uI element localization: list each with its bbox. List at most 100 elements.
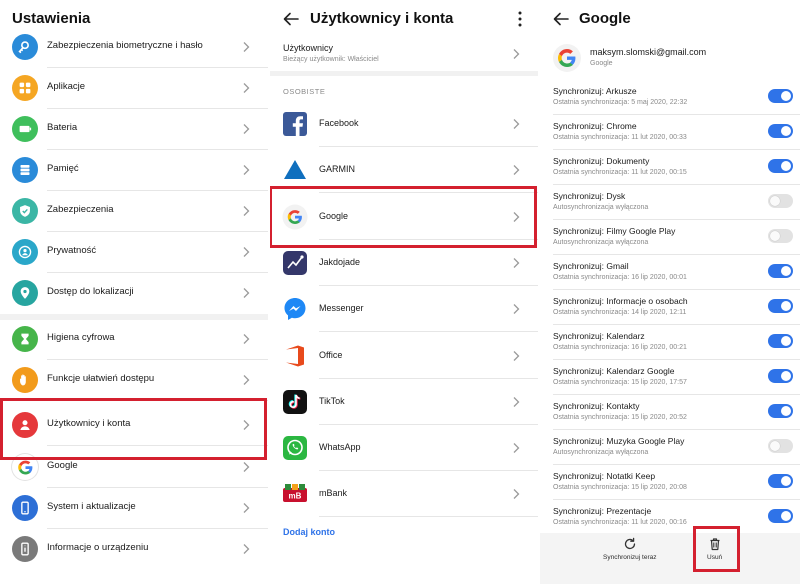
sync-toggle[interactable] <box>768 369 793 383</box>
sync-toggle[interactable] <box>768 159 793 173</box>
sync-item-status: Ostatnia synchronizacja: 11 lut 2020, 00… <box>553 519 687 526</box>
back-arrow-icon[interactable] <box>282 10 300 28</box>
settings-item[interactable]: Aplikacje <box>0 68 268 109</box>
toggle-knob <box>781 371 791 381</box>
settings-item[interactable]: Prywatność <box>0 232 268 273</box>
sync-item-title: Synchronizuj: Dokumenty <box>553 156 650 166</box>
chevron-right-icon <box>513 396 520 407</box>
settings-item-label: Google <box>47 460 78 471</box>
sync-item: Synchronizuj: Informacje o osobach Ostatn… <box>540 290 800 325</box>
sync-toggle[interactable] <box>768 404 793 418</box>
highlight-box-remove <box>693 526 740 572</box>
sync-item: Synchronizuj: Chrome Ostatnia synchroniza… <box>540 115 800 150</box>
settings-item[interactable]: Informacje o urządzeniu <box>0 529 268 570</box>
chevron-right-icon <box>513 49 520 59</box>
sync-item-title: Synchronizuj: Kontakty <box>553 401 640 411</box>
sync-item-status: Ostatnia synchronizacja: 15 lip 2020, 17… <box>553 379 687 386</box>
sync-toggle[interactable] <box>768 474 793 488</box>
chevron-right-icon <box>243 334 250 344</box>
page-title: Ustawienia <box>12 10 91 27</box>
settings-item[interactable]: System i aktualizacje <box>0 488 268 529</box>
current-user-label: Bieżący użytkownik: Właściciel <box>283 56 379 63</box>
add-account-link[interactable]: Dodaj konto <box>283 527 335 537</box>
sync-item-title: Synchronizuj: Chrome <box>553 121 637 131</box>
messenger-icon <box>282 296 308 322</box>
sync-item-status: Ostatnia synchronizacja: 16 lip 2020, 00… <box>553 274 687 281</box>
settings-item-label: Pamięć <box>47 163 79 174</box>
chevron-right-icon <box>243 375 250 385</box>
more-vert-icon[interactable] <box>516 10 524 28</box>
chevron-right-icon <box>243 124 250 134</box>
account-item[interactable]: mB mBank <box>270 471 538 518</box>
account-item-label: Office <box>319 349 343 360</box>
settings-item[interactable]: Zabezpieczenia <box>0 191 268 232</box>
account-item[interactable]: WhatsApp <box>270 425 538 472</box>
sync-toggle[interactable] <box>768 299 793 313</box>
chevron-right-icon <box>513 350 520 361</box>
settings-item[interactable]: Zabezpieczenia biometryczne i hasło <box>0 27 268 68</box>
sync-item: Synchronizuj: Kalendarz Google Ostatnia s… <box>540 360 800 395</box>
users-label: Użytkownicy <box>283 43 334 53</box>
toggle-knob <box>770 441 780 451</box>
settings-item[interactable]: Bateria <box>0 109 268 150</box>
sync-item-status: Ostatnia synchronizacja: 15 lip 2020, 20… <box>553 484 687 491</box>
settings-item-label: Bateria <box>47 122 78 133</box>
google-account-avatar <box>553 44 581 72</box>
back-arrow-icon[interactable] <box>552 10 570 28</box>
toggle-knob <box>781 476 791 486</box>
sync-item-status: Ostatnia synchronizacja: 11 lut 2020, 00… <box>553 134 687 141</box>
facebook-logo-icon <box>282 111 308 137</box>
sync-item-status: Ostatnia synchronizacja: 15 lip 2020, 20… <box>553 414 687 421</box>
sync-item: Synchronizuj: Prezentacje Ostatnia synchr… <box>540 500 800 535</box>
key-icon <box>12 34 38 60</box>
account-item-label: WhatsApp <box>319 442 361 453</box>
sync-toggle[interactable] <box>768 334 793 348</box>
settings-item-label: Aplikacje <box>47 81 86 92</box>
chevron-right-icon <box>243 544 250 554</box>
refresh-icon <box>624 537 635 550</box>
apps-grid-icon <box>12 75 38 101</box>
sync-toggle[interactable] <box>768 509 793 523</box>
account-item-label: Jakdojade <box>319 256 361 267</box>
chevron-right-icon <box>243 462 250 472</box>
sync-item-title: Synchronizuj: Dysk <box>553 191 626 201</box>
bottom-action-bar: Synchronizuj teraz Usuń <box>540 533 800 584</box>
account-item[interactable]: Office <box>270 333 538 379</box>
sync-item-status: Autosynchronizacja wyłączona <box>553 239 649 246</box>
toggle-knob <box>770 196 780 206</box>
sync-toggle[interactable] <box>768 89 793 103</box>
settings-panel: Ustawienia Zabezpieczenia biometryczne i… <box>0 0 268 584</box>
sync-toggle[interactable] <box>768 264 793 278</box>
page-title: Użytkownicy i konta <box>310 10 454 27</box>
sync-toggle[interactable] <box>768 124 793 138</box>
users-row[interactable]: Użytkownicy Bieżący użytkownik: Właścici… <box>270 36 538 70</box>
sync-toggle[interactable] <box>768 439 793 453</box>
sync-item: Synchronizuj: Arkusze Ostatnia synchroniz… <box>540 80 800 115</box>
settings-item[interactable]: Pamięć <box>0 150 268 191</box>
sync-item-status: Autosynchronizacja wyłączona <box>553 204 649 211</box>
sync-item: Synchronizuj: Kontakty Ostatnia synchroni… <box>540 395 800 430</box>
sync-now-button[interactable]: Synchronizuj teraz <box>603 537 656 561</box>
settings-item-label: Zabezpieczenia <box>47 204 114 215</box>
account-item-label: Messenger <box>319 303 364 314</box>
sync-item: Synchronizuj: Notatki Keep Ostatnia synch… <box>540 465 800 500</box>
sync-item: Synchronizuj: Gmail Ostatnia synchronizac… <box>540 255 800 290</box>
settings-item[interactable]: Dostęp do lokalizacji <box>0 273 268 314</box>
account-item[interactable]: Facebook <box>270 101 538 147</box>
settings-item[interactable]: Funkcje ułatwień dostępu <box>0 360 268 401</box>
settings-item[interactable]: Higiena cyfrowa <box>0 319 268 360</box>
sync-toggle[interactable] <box>768 229 793 243</box>
sync-toggle[interactable] <box>768 194 793 208</box>
sync-item-title: Synchronizuj: Notatki Keep <box>553 471 656 481</box>
sync-item-title: Synchronizuj: Filmy Google Play <box>553 226 676 236</box>
chevron-right-icon <box>243 165 250 175</box>
account-item[interactable]: TikTok <box>270 379 538 425</box>
sync-item-status: Ostatnia synchronizacja: 11 lut 2020, 00… <box>553 169 687 176</box>
device-info-icon <box>12 536 38 562</box>
page-title: Google <box>579 10 631 27</box>
sync-item: Synchronizuj: Kalendarz Ostatnia synchron… <box>540 325 800 360</box>
chevron-right-icon <box>243 83 250 93</box>
chevron-right-icon <box>243 247 250 257</box>
phone-info-icon <box>12 495 38 521</box>
account-item[interactable]: Messenger <box>270 286 538 333</box>
